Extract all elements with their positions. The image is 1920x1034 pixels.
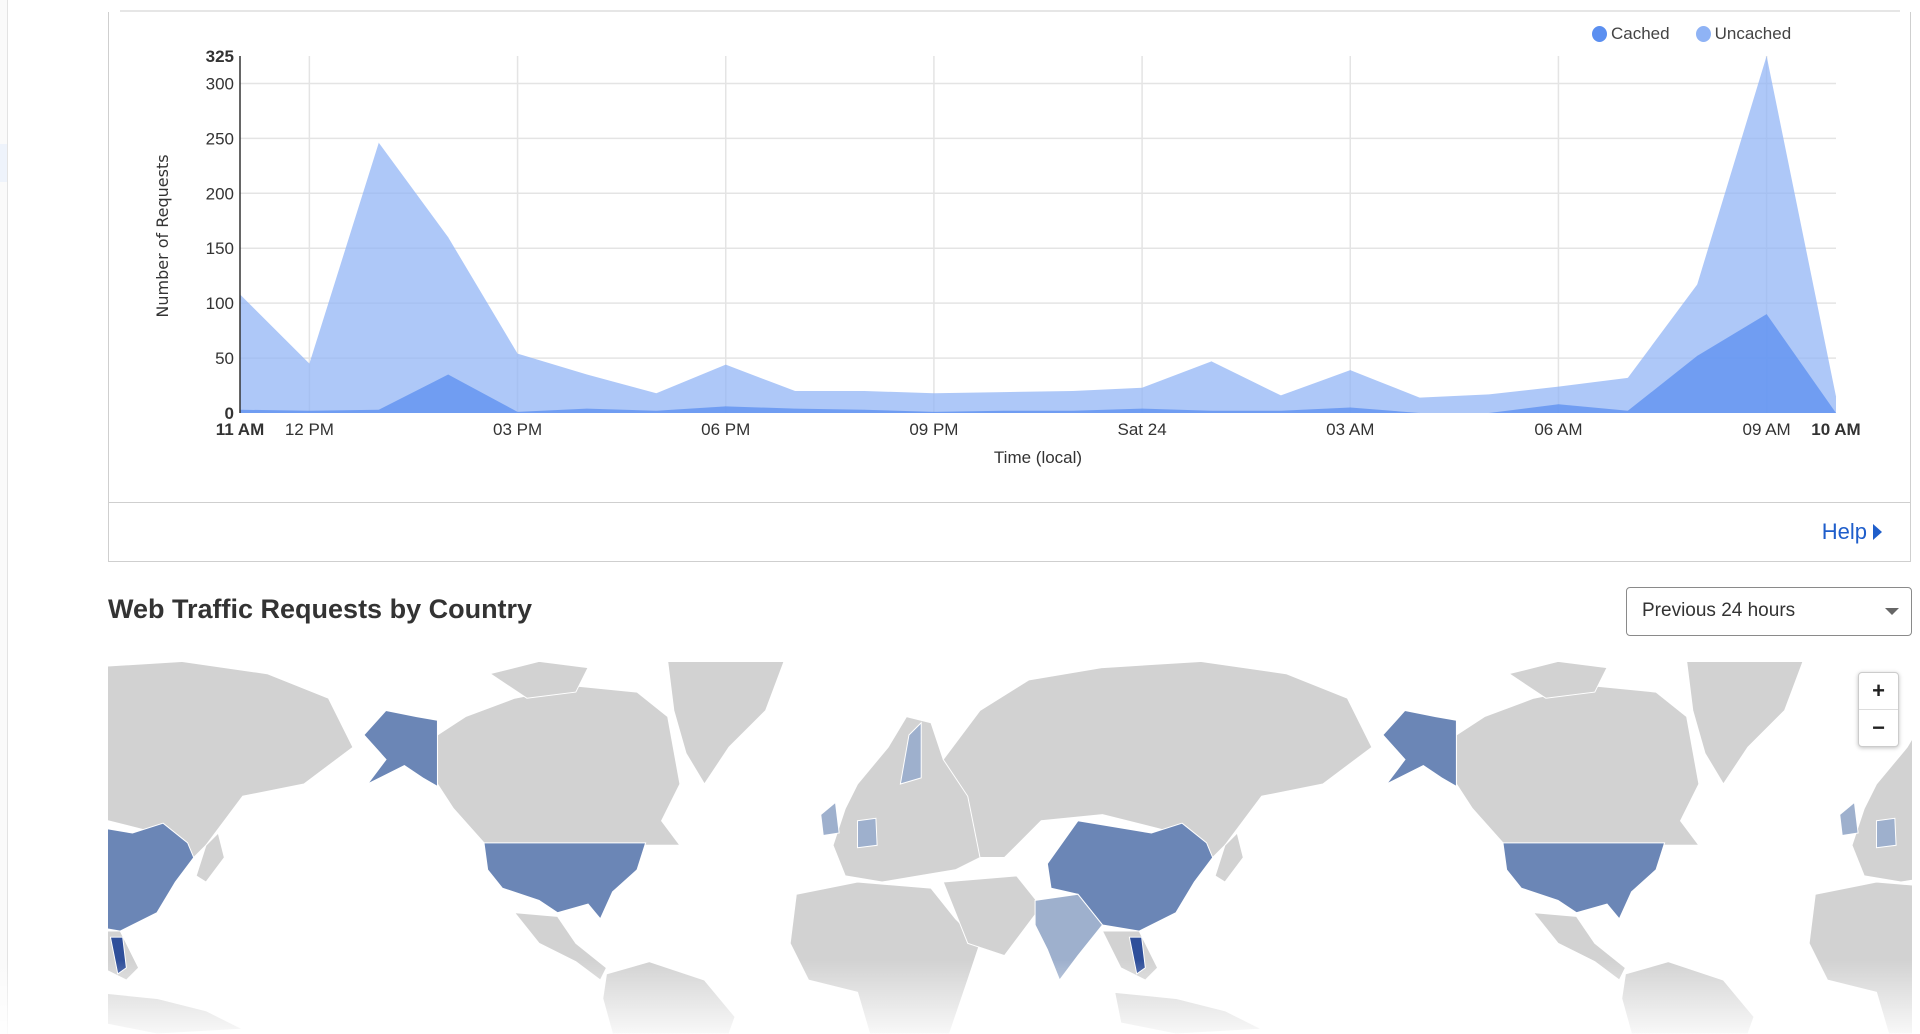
x-tick-label: 06 AM bbox=[1534, 420, 1582, 439]
y-tick-label: 200 bbox=[206, 184, 234, 203]
card-footer: Help bbox=[109, 502, 1910, 561]
x-tick-label: 11 AM bbox=[216, 420, 265, 439]
y-tick-label: 325 bbox=[206, 47, 234, 66]
y-tick-label: 50 bbox=[215, 349, 234, 368]
x-tick-label: 12 PM bbox=[285, 420, 334, 439]
help-label: Help bbox=[1821, 519, 1867, 544]
x-axis-label: Time (local) bbox=[994, 448, 1082, 467]
y-tick-label: 250 bbox=[206, 129, 234, 148]
y-tick-label: 300 bbox=[206, 74, 234, 93]
legend-dot-uncached-icon bbox=[1695, 26, 1711, 42]
map-zoom-controls: + − bbox=[1858, 672, 1899, 747]
zoom-in-button[interactable]: + bbox=[1859, 673, 1898, 709]
chart-legend: Cached Uncached bbox=[1592, 24, 1791, 44]
x-tick-label: 06 PM bbox=[701, 420, 750, 439]
legend-label: Uncached bbox=[1714, 24, 1792, 43]
x-tick-label: 03 AM bbox=[1326, 420, 1374, 439]
legend-dot-cached-icon bbox=[1592, 26, 1607, 42]
time-range-select[interactable]: Previous 24 hours bbox=[1626, 587, 1912, 636]
x-tick-label: Sat 24 bbox=[1118, 420, 1167, 439]
legend-item-cached[interactable]: Cached bbox=[1592, 24, 1670, 44]
help-link[interactable]: Help bbox=[1822, 519, 1882, 545]
y-tick-label: 150 bbox=[206, 239, 234, 258]
area-series-uncached bbox=[240, 56, 1836, 413]
x-tick-label: 10 AM bbox=[1811, 420, 1860, 439]
x-tick-label: 09 PM bbox=[909, 420, 958, 439]
time-range-value: Previous 24 hours bbox=[1642, 600, 1796, 621]
sidebar-active-marker bbox=[0, 144, 7, 182]
y-axis-label: Number of Requests bbox=[153, 154, 172, 317]
legend-item-uncached[interactable]: Uncached bbox=[1695, 24, 1792, 44]
caret-right-icon bbox=[1873, 524, 1882, 540]
zoom-out-button[interactable]: − bbox=[1859, 709, 1898, 746]
chevron-down-icon bbox=[1885, 608, 1899, 615]
x-tick-label: 09 AM bbox=[1743, 420, 1791, 439]
world-map[interactable] bbox=[108, 659, 1912, 1034]
x-tick-label: 03 PM bbox=[493, 420, 542, 439]
section-title: Web Traffic Requests by Country bbox=[108, 594, 533, 624]
legend-label: Cached bbox=[1611, 24, 1670, 43]
requests-area-chart: 05010015020025030032511 AM 12 PM 03 PM 06 P… bbox=[153, 47, 1861, 467]
y-tick-label: 100 bbox=[206, 294, 234, 313]
